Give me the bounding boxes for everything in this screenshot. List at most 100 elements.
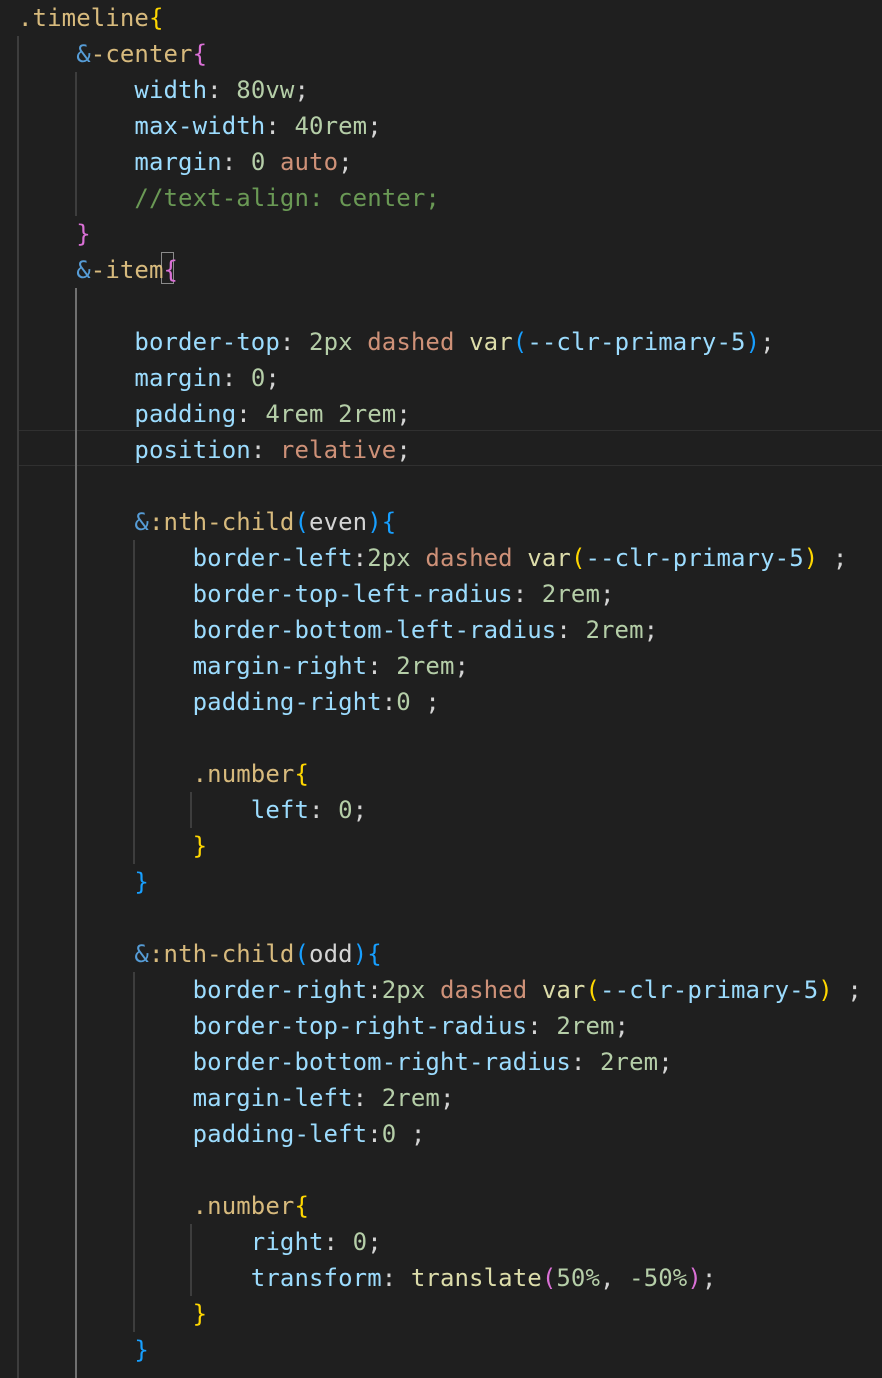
code-token: 0 <box>396 688 411 716</box>
code-token: ; <box>352 796 368 824</box>
code-token: -center <box>90 40 193 68</box>
code-token: ; <box>367 1228 382 1256</box>
code-line[interactable]: position: relative; <box>18 432 411 468</box>
code-token: 0 <box>352 1228 368 1256</box>
code-token: : <box>279 328 310 356</box>
code-token: ; <box>643 616 659 644</box>
code-line[interactable]: border-top: 2px dashed var(--clr-primary… <box>18 324 775 360</box>
code-line[interactable]: max-width: 40rem; <box>18 108 382 144</box>
code-token: ; <box>396 1120 426 1148</box>
code-token: -50% <box>629 1264 688 1292</box>
code-line[interactable]: } <box>18 864 149 900</box>
code-line[interactable]: } <box>18 828 207 864</box>
code-line[interactable]: &-item{ <box>18 252 178 288</box>
code-token: ; <box>367 112 382 140</box>
code-line[interactable]: border-right:2px dashed var(--clr-primar… <box>18 972 862 1008</box>
code-token: : <box>381 1264 411 1292</box>
code-line[interactable]: border-bottom-left-radius: 2rem; <box>18 612 659 648</box>
code-line[interactable]: .number{ <box>18 756 309 792</box>
code-line[interactable]: border-left:2px dashed var(--clr-primary… <box>18 540 848 576</box>
code-token: : <box>309 796 339 824</box>
code-token: ( <box>294 508 310 536</box>
code-line[interactable]: &:nth-child(even){ <box>18 504 396 540</box>
code-token: --clr-primary-5 <box>600 976 819 1004</box>
code-line[interactable]: margin: 0; <box>18 360 280 396</box>
code-line[interactable]: } <box>18 1296 207 1332</box>
code-token: : <box>236 400 266 428</box>
code-token: margin <box>134 364 222 392</box>
code-line[interactable]: border-top-right-radius: 2rem; <box>18 1008 629 1044</box>
code-token: --clr-primary-5 <box>527 328 746 356</box>
code-token: : <box>512 580 542 608</box>
code-token: border-top-right-radius <box>192 1012 528 1040</box>
code-token: ; <box>818 544 848 572</box>
code-line[interactable]: width: 80vw; <box>18 72 309 108</box>
code-line[interactable]: margin: 0 auto; <box>18 144 353 180</box>
code-token: .number <box>192 760 295 788</box>
code-token: ; <box>614 1012 630 1040</box>
code-line[interactable]: left: 0; <box>18 792 367 828</box>
code-line[interactable]: } <box>18 216 91 252</box>
code-token: border-top <box>134 328 280 356</box>
code-token: ; <box>294 76 310 104</box>
code-token: .number <box>192 1192 295 1220</box>
code-token: dashed <box>425 544 513 572</box>
code-token: } <box>134 868 149 896</box>
code-token: padding <box>134 400 237 428</box>
code-line[interactable]: .timeline{ <box>18 0 164 36</box>
code-token: padding-left <box>192 1120 368 1148</box>
code-line[interactable]: padding-right:0 ; <box>18 684 440 720</box>
code-line[interactable]: //text-align: center; <box>18 180 440 216</box>
code-line[interactable]: margin-right: 2rem; <box>18 648 469 684</box>
code-token: : <box>527 1012 557 1040</box>
code-token: ( <box>541 1264 557 1292</box>
code-line[interactable]: &-center{ <box>18 36 207 72</box>
code-token: var <box>541 976 586 1004</box>
code-line[interactable]: padding: 4rem 2rem; <box>18 396 411 432</box>
code-token: : <box>556 616 586 644</box>
code-token: : <box>323 1228 353 1256</box>
code-line[interactable]: .number{ <box>18 1188 309 1224</box>
code-line[interactable]: &:nth-child(odd){ <box>18 936 382 972</box>
code-token: , <box>600 1264 630 1292</box>
code-token: ( <box>570 544 586 572</box>
code-token: ( <box>585 976 601 1004</box>
code-token: //text-align: center; <box>134 184 440 212</box>
code-line[interactable]: margin-left: 2rem; <box>18 1080 455 1116</box>
code-line[interactable]: padding-left:0 ; <box>18 1116 426 1152</box>
code-token: & <box>76 40 91 68</box>
code-line[interactable]: } <box>18 1332 149 1368</box>
code-editor[interactable]: .timeline{ &-center{ width: 80vw; max-wi… <box>0 0 882 1378</box>
code-token: position <box>134 436 251 464</box>
code-token: ) <box>687 1264 702 1292</box>
code-token: : <box>570 1048 600 1076</box>
code-line[interactable]: border-top-left-radius: 2rem; <box>18 576 615 612</box>
code-line[interactable]: right: 0; <box>18 1224 382 1260</box>
code-token: 2rem <box>541 580 600 608</box>
code-line[interactable]: transform: translate(50%, -50%); <box>18 1260 717 1296</box>
code-token: .timeline <box>18 4 149 32</box>
code-token: 0 <box>250 148 266 176</box>
code-token: ; <box>760 328 775 356</box>
code-token: transform <box>250 1264 382 1292</box>
code-token: ; <box>832 976 862 1004</box>
code-line[interactable]: border-bottom-right-radius: 2rem; <box>18 1044 673 1080</box>
code-token: : <box>367 1120 382 1148</box>
code-token: 2rem <box>381 1084 440 1112</box>
code-token: border-left <box>192 544 353 572</box>
code-token: 0 <box>338 796 353 824</box>
